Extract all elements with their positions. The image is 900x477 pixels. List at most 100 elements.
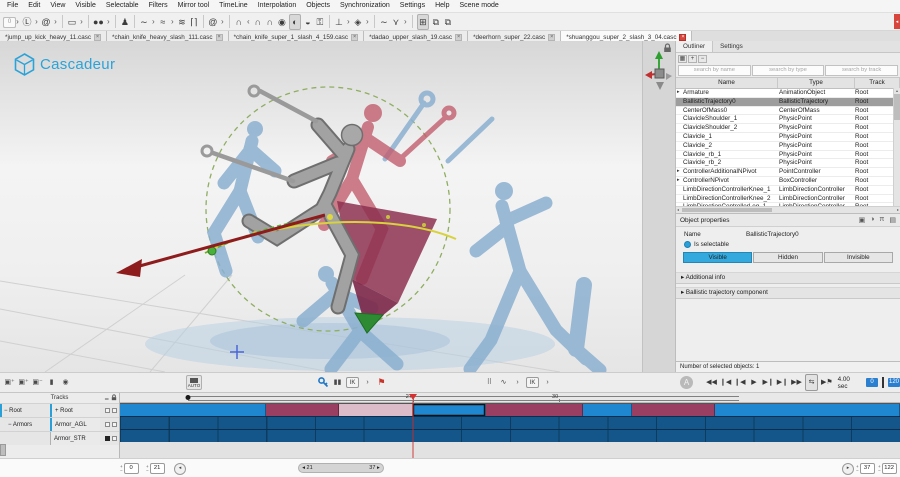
range-bar[interactable]: [188, 396, 739, 401]
ghosts-icon[interactable]: ⠿: [484, 375, 495, 390]
filter-curve-icon[interactable]: ∿: [498, 375, 509, 390]
interval-icon[interactable]: ▮▮: [332, 375, 343, 390]
track-mini-scrollbar[interactable]: [0, 444, 6, 456]
dropdown-icon[interactable]: ›: [106, 15, 111, 29]
track-row[interactable]: − Root + Root: [0, 403, 119, 417]
scroll-left-icon[interactable]: ◂: [677, 207, 679, 213]
dropdown-icon[interactable]: ›: [365, 15, 370, 29]
tab-close-icon[interactable]: ×: [548, 34, 555, 41]
separator[interactable]: [62, 15, 63, 28]
outliner-row[interactable]: LimbDirectionControllerKnee_2 LimbDirect…: [676, 195, 900, 204]
pi-icon[interactable]: π: [880, 216, 885, 224]
timeline-track-armor-agl[interactable]: [120, 416, 900, 429]
dropdown-icon[interactable]: ›: [170, 15, 175, 29]
menu-item[interactable]: Visible: [70, 0, 101, 12]
collapse-icon[interactable]: ‹: [246, 15, 251, 29]
timeline-segment[interactable]: [715, 404, 900, 416]
outliner-row[interactable]: LimbDirectionControllerKnee_1 LimbDirect…: [676, 186, 900, 195]
spiral-icon[interactable]: @: [208, 15, 218, 29]
track-row[interactable]: Armor_STR: [0, 431, 119, 445]
fast-forward-button[interactable]: ▶▶: [791, 375, 802, 390]
stand-pose-icon[interactable]: ⊥: [334, 15, 344, 29]
tab-close-icon[interactable]: ×: [679, 34, 686, 41]
hscroll-thumb[interactable]: [682, 208, 772, 212]
separator[interactable]: [115, 15, 116, 28]
camera-icon[interactable]: ◉: [60, 375, 71, 390]
expand-icon[interactable]: ▸: [677, 177, 680, 185]
scene-start-value[interactable]: 0: [124, 463, 139, 474]
scene-start-spinner[interactable]: +− 0: [120, 463, 139, 474]
outliner-vscrollbar[interactable]: ▴: [893, 88, 900, 207]
arc-filled-icon[interactable]: ◉: [277, 15, 287, 29]
tab-close-icon[interactable]: ×: [94, 34, 101, 41]
visibility-button[interactable]: Hidden: [753, 252, 822, 263]
tolerance-high-spinner[interactable]: 0: [3, 17, 16, 28]
outliner-row[interactable]: CenterOfMass0 CenterOfMass Root: [676, 107, 900, 116]
separator[interactable]: [374, 15, 375, 28]
track-filter-icon[interactable]: ⚌: [105, 394, 109, 404]
dropdown-icon[interactable]: ›: [542, 375, 553, 390]
collapsible-section[interactable]: ▸ Ballistic trajectory component: [676, 287, 900, 299]
track-checkbox-2[interactable]: [112, 436, 117, 441]
tab-close-icon[interactable]: ×: [351, 34, 358, 41]
scene-end-value[interactable]: 122: [882, 463, 897, 474]
point-pair-icon[interactable]: ●●: [93, 15, 104, 29]
dropdown-icon[interactable]: ›: [220, 15, 225, 29]
collapsible-section[interactable]: ▸ Additional info: [676, 272, 900, 284]
frame-end-badge[interactable]: 120: [888, 378, 900, 387]
column-header-track[interactable]: Track: [855, 78, 900, 88]
scene-end-spinner[interactable]: +− 122: [878, 463, 897, 474]
separator[interactable]: [229, 15, 230, 28]
timeline-segment[interactable]: [266, 404, 339, 416]
outliner-row[interactable]: ▸ControllerNPivot BoxController Root: [676, 177, 900, 186]
character-icon[interactable]: ♟: [120, 15, 130, 29]
arc-half-icon[interactable]: ◐: [289, 14, 301, 30]
playhead-marker[interactable]: [409, 394, 417, 400]
wave-icon[interactable]: ∼: [379, 15, 389, 29]
add-group-icon[interactable]: ▣⁺: [18, 375, 29, 390]
column-header-name[interactable]: Name: [676, 78, 778, 88]
corner-bracket-icon[interactable]: ⌈⌉: [189, 15, 199, 29]
track-row[interactable]: − Armors Armor_AGL: [0, 417, 119, 431]
dropdown-icon[interactable]: ›: [151, 15, 156, 29]
grid-icon[interactable]: ⊞: [417, 14, 429, 30]
frame-start-badge[interactable]: 0: [866, 378, 878, 387]
pin-icon[interactable]: ▣: [859, 216, 866, 224]
branch-curve-icon[interactable]: ⋎: [391, 15, 401, 29]
playhead-line[interactable]: [412, 401, 413, 458]
menu-item[interactable]: Scene mode: [454, 0, 503, 12]
dropdown-icon[interactable]: ›: [79, 15, 84, 29]
menu-item[interactable]: Settings: [395, 0, 430, 12]
timeline-ruler[interactable]: 2730: [120, 393, 900, 403]
key-icon[interactable]: [318, 377, 329, 388]
filter-add-button[interactable]: +: [688, 55, 697, 63]
display-mode-icon[interactable]: ▭: [67, 15, 77, 29]
filter-remove-button[interactable]: −: [698, 55, 707, 63]
view-end-value[interactable]: 37: [860, 463, 875, 474]
menu-item[interactable]: Filters: [144, 0, 173, 12]
jump-start-button[interactable]: ❙◀: [720, 375, 731, 390]
trajectory-icon[interactable]: ≋: [177, 15, 187, 29]
outliner-row[interactable]: ▸Armature AnimationObject Root: [676, 89, 900, 98]
track-tree-label[interactable]: − Root: [4, 408, 22, 414]
ik-mode-button[interactable]: IK: [346, 377, 359, 388]
dropdown-icon[interactable]: ›: [34, 15, 39, 29]
name-value[interactable]: BallisticTrajectory0: [746, 231, 799, 238]
separator[interactable]: [203, 15, 204, 28]
separator[interactable]: [329, 15, 330, 28]
outliner-row[interactable]: ▸ControllerAdditionalNPivot PointControl…: [676, 168, 900, 177]
scroll-up-icon[interactable]: ▴: [896, 88, 898, 93]
timeline-track-armor-str[interactable]: [120, 429, 900, 442]
dropdown-icon[interactable]: ›: [346, 15, 351, 29]
menu-item[interactable]: Edit: [23, 0, 45, 12]
jump-end-button[interactable]: ▶❙: [777, 375, 788, 390]
outliner-row[interactable]: Clavicle_rb_2 PhysicPoint Root: [676, 159, 900, 168]
track-checkbox-2[interactable]: [112, 422, 117, 427]
search-by-type-input[interactable]: search by type: [752, 65, 825, 76]
expand-icon[interactable]: ▸: [677, 168, 680, 176]
menu-item[interactable]: Selectable: [101, 0, 144, 12]
track-checkbox-1[interactable]: [105, 422, 110, 427]
outliner-row[interactable]: Clavicle_1 PhysicPoint Root: [676, 133, 900, 142]
play-button[interactable]: ▶: [749, 375, 760, 390]
separator[interactable]: [412, 15, 413, 28]
